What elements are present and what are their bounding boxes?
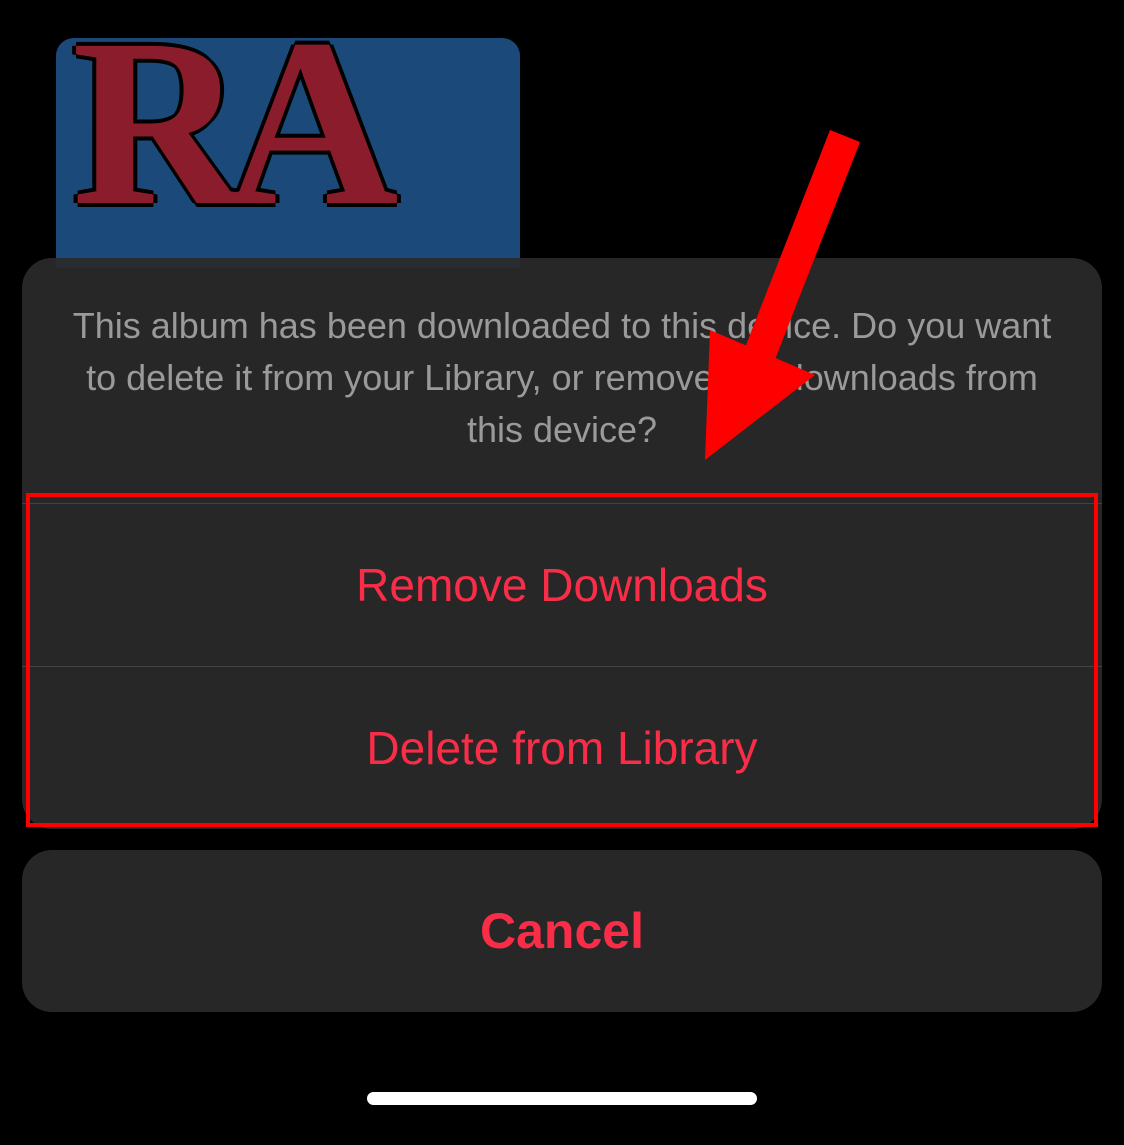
album-artwork-bg: RA bbox=[56, 38, 520, 268]
album-artwork-text: RA bbox=[72, 38, 379, 224]
remove-downloads-button[interactable]: Remove Downloads bbox=[22, 504, 1102, 666]
cancel-container: Cancel bbox=[22, 850, 1102, 1012]
action-sheet: This album has been downloaded to this d… bbox=[22, 258, 1102, 829]
delete-from-library-button[interactable]: Delete from Library bbox=[22, 667, 1102, 829]
cancel-button[interactable]: Cancel bbox=[22, 850, 1102, 1012]
home-indicator[interactable] bbox=[367, 1092, 757, 1105]
action-sheet-message: This album has been downloaded to this d… bbox=[22, 258, 1102, 503]
album-artwork: RA bbox=[56, 38, 520, 268]
